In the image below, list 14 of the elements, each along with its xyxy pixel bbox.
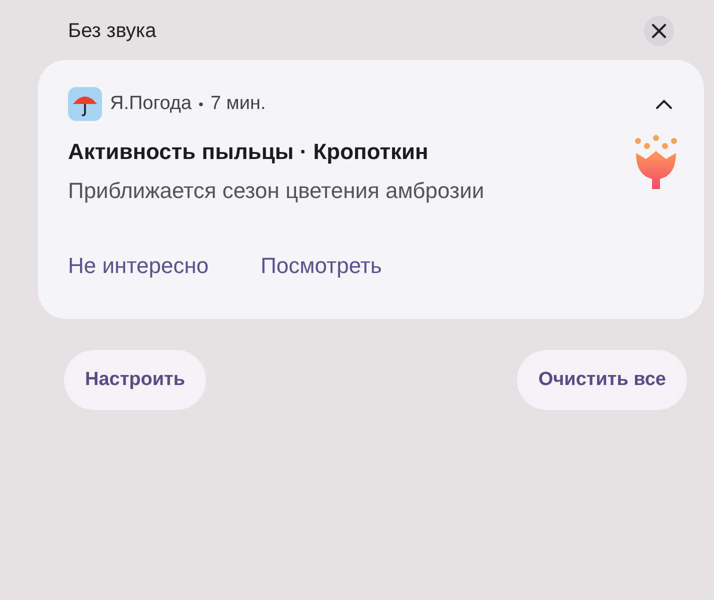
pill-button[interactable]: Очистить все: [517, 350, 687, 410]
close-button[interactable]: [644, 16, 674, 46]
umbrella-icon: [68, 87, 102, 121]
chevron-up-icon: [655, 98, 673, 110]
app-name: Я.Погода: [110, 92, 192, 116]
section-title: Без звука: [68, 19, 156, 44]
time-label: 7 мин.: [210, 92, 266, 116]
separator: •: [198, 94, 204, 114]
action-link[interactable]: Не интересно: [68, 249, 209, 282]
action-link[interactable]: Посмотреть: [260, 249, 382, 282]
pill-button[interactable]: Настроить: [64, 350, 206, 410]
notification-title: Активность пыльцы · Кропоткин: [68, 138, 430, 166]
close-icon: [651, 23, 667, 39]
notification-text: Приближается сезон цветения амброзии: [68, 177, 486, 205]
